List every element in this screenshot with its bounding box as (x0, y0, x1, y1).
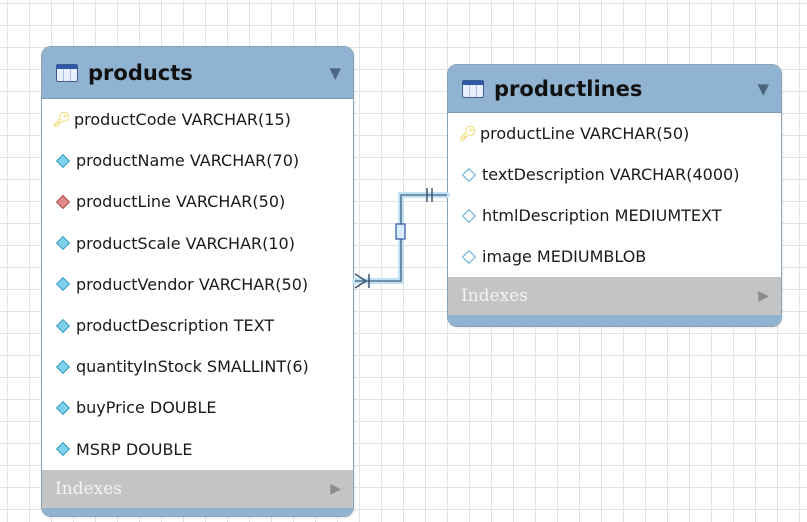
relationship-handle[interactable] (395, 223, 406, 240)
relationship-connector[interactable] (0, 0, 807, 522)
